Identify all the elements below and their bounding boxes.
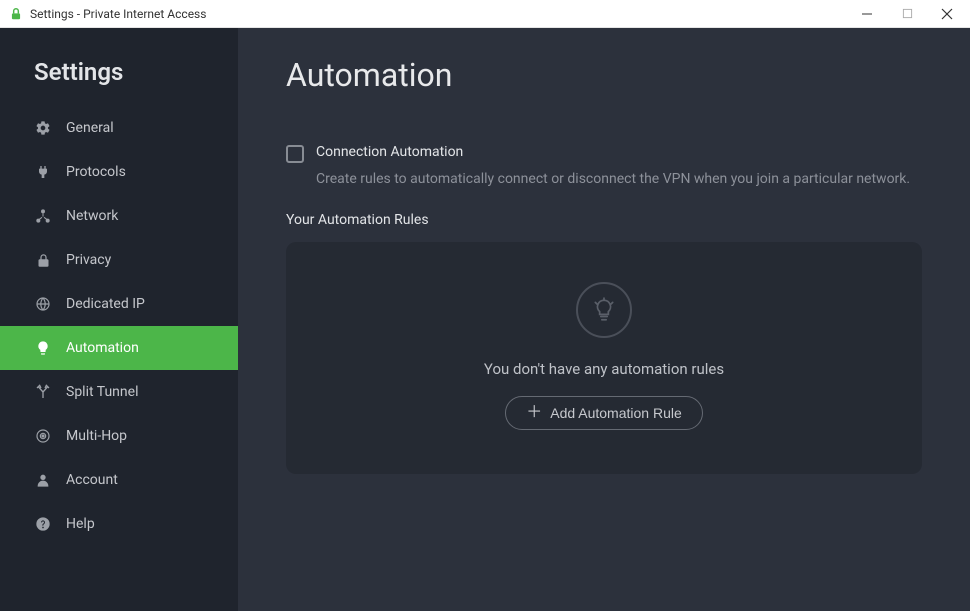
empty-bulb-icon	[576, 282, 632, 338]
sidebar-item-split-tunnel[interactable]: Split Tunnel	[0, 370, 238, 414]
app-lock-icon	[8, 6, 24, 22]
window-controls	[856, 3, 962, 25]
sidebar-item-label: Help	[66, 516, 95, 532]
lock-icon	[34, 251, 52, 269]
add-automation-rule-button[interactable]: ＋ Add Automation Rule	[505, 396, 703, 430]
bulb-icon	[34, 339, 52, 357]
window-title: Settings - Private Internet Access	[30, 7, 856, 21]
person-icon	[34, 471, 52, 489]
add-rule-label: Add Automation Rule	[550, 405, 682, 421]
sidebar-item-label: Protocols	[66, 164, 126, 180]
network-icon	[34, 207, 52, 225]
maximize-button[interactable]	[896, 3, 918, 25]
minimize-button[interactable]	[856, 3, 878, 25]
sidebar-item-label: Split Tunnel	[66, 384, 138, 400]
sidebar-item-help[interactable]: Help	[0, 502, 238, 546]
sidebar-item-privacy[interactable]: Privacy	[0, 238, 238, 282]
question-icon	[34, 515, 52, 533]
sidebar-item-label: Automation	[66, 340, 139, 356]
sidebar-heading: Settings	[0, 58, 238, 106]
sidebar-item-automation[interactable]: Automation	[0, 326, 238, 370]
sidebar-item-label: Account	[66, 472, 118, 488]
sidebar-item-label: Network	[66, 208, 118, 224]
sidebar-item-label: Privacy	[66, 252, 111, 268]
page-title: Automation	[286, 56, 922, 94]
rules-heading: Your Automation Rules	[286, 212, 922, 228]
globe-ip-icon	[34, 295, 52, 313]
close-button[interactable]	[936, 3, 958, 25]
main-content: Automation Connection Automation Create …	[238, 28, 970, 611]
multihop-icon	[34, 427, 52, 445]
rules-panel: You don't have any automation rules ＋ Ad…	[286, 242, 922, 474]
plus-icon: ＋	[526, 405, 542, 421]
gear-icon	[34, 119, 52, 137]
connection-automation-row: Connection Automation Create rules to au…	[286, 144, 922, 190]
sidebar-item-account[interactable]: Account	[0, 458, 238, 502]
sidebar-item-network[interactable]: Network	[0, 194, 238, 238]
connection-automation-description: Create rules to automatically connect or…	[316, 170, 910, 190]
sidebar-item-label: Dedicated IP	[66, 296, 145, 312]
sidebar-item-dedicated-ip[interactable]: Dedicated IP	[0, 282, 238, 326]
split-icon	[34, 383, 52, 401]
sidebar-item-protocols[interactable]: Protocols	[0, 150, 238, 194]
connection-automation-label: Connection Automation	[316, 144, 910, 160]
sidebar-item-general[interactable]: General	[0, 106, 238, 150]
empty-state-text: You don't have any automation rules	[484, 360, 724, 378]
plug-icon	[34, 163, 52, 181]
sidebar-item-multi-hop[interactable]: Multi-Hop	[0, 414, 238, 458]
sidebar-item-label: General	[66, 120, 114, 136]
sidebar-item-label: Multi-Hop	[66, 428, 127, 444]
connection-automation-checkbox[interactable]	[286, 145, 304, 163]
sidebar: Settings General Protocols Network Priva…	[0, 28, 238, 611]
titlebar: Settings - Private Internet Access	[0, 0, 970, 28]
